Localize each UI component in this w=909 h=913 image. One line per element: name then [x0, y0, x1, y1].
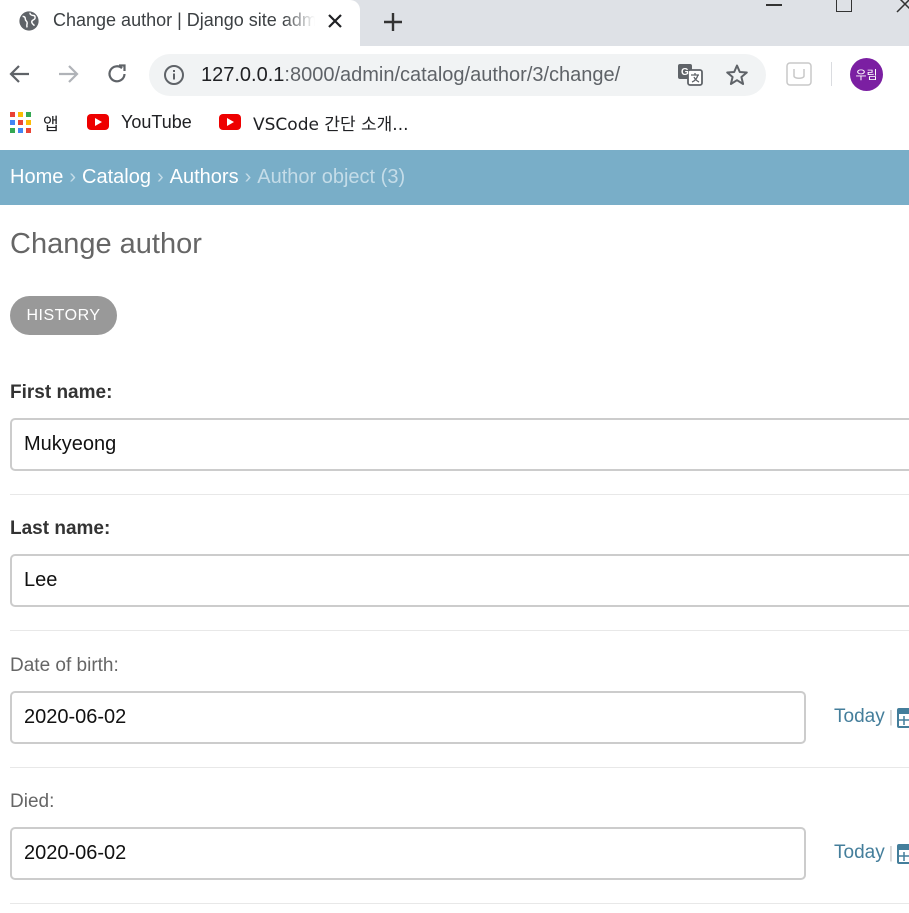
bookmark-label: 앱: [43, 114, 59, 135]
calendar-icon[interactable]: [897, 705, 909, 729]
died-input[interactable]: 2020-06-02: [10, 827, 806, 880]
breadcrumb-catalog-link[interactable]: Catalog: [82, 166, 151, 188]
first-name-label: First name:: [10, 382, 113, 403]
browser-toolbar: 127.0.0.1:8000/admin/catalog/author/3/ch…: [0, 46, 909, 102]
last-name-input[interactable]: Lee: [10, 554, 909, 607]
extension-icon[interactable]: [786, 62, 812, 86]
globe-icon: [19, 11, 39, 31]
site-info-icon[interactable]: [163, 64, 185, 86]
svg-text:G: G: [681, 67, 689, 78]
breadcrumb-home-link[interactable]: Home: [10, 166, 63, 188]
first-name-input[interactable]: Mukyeong: [10, 418, 909, 471]
today-link[interactable]: Today: [834, 706, 885, 728]
url-text[interactable]: 127.0.0.1:8000/admin/catalog/author/3/ch…: [201, 62, 620, 88]
date-shortcuts: Today |: [834, 841, 909, 865]
reload-icon[interactable]: [101, 58, 133, 90]
translate-icon[interactable]: G: [677, 63, 703, 87]
field-divider: [10, 903, 909, 904]
breadcrumb-separator: ›: [244, 166, 252, 188]
address-bar[interactable]: 127.0.0.1:8000/admin/catalog/author/3/ch…: [149, 54, 766, 96]
shortcut-separator: |: [888, 843, 894, 862]
browser-tab[interactable]: Change author | Django site admin: [0, 0, 360, 46]
youtube-icon: [87, 114, 109, 130]
date-of-birth-input[interactable]: 2020-06-02: [10, 691, 806, 744]
window-maximize-icon[interactable]: [836, 0, 852, 12]
new-tab-plus-icon[interactable]: [378, 7, 408, 37]
bookmark-vscode[interactable]: VSCode 간단 소개...: [219, 108, 409, 136]
date-of-birth-row: Date of birth: 2020-06-02 Today |: [10, 654, 909, 744]
page-title: Change author: [10, 228, 202, 260]
died-label: Died:: [10, 791, 55, 812]
window-close-icon[interactable]: [895, 0, 909, 14]
breadcrumb: Home › Catalog › Authors › Author object (3): [0, 150, 909, 205]
bookmark-label: VSCode 간단 소개...: [253, 114, 409, 135]
bookmark-youtube[interactable]: YouTube: [87, 108, 192, 136]
date-of-birth-label: Date of birth:: [10, 655, 119, 676]
window-minimize-icon[interactable]: [766, 4, 782, 6]
forward-arrow-icon[interactable]: [52, 58, 84, 90]
back-arrow-icon[interactable]: [4, 58, 36, 90]
breadcrumb-separator: ›: [156, 166, 164, 188]
last-name-label: Last name:: [10, 518, 111, 539]
breadcrumb-authors-link[interactable]: Authors: [170, 166, 239, 188]
date-shortcuts: Today |: [834, 705, 909, 729]
youtube-icon: [219, 114, 241, 130]
field-divider: [10, 630, 909, 631]
died-row: Died: 2020-06-02 Today |: [10, 790, 909, 880]
bookmark-star-icon[interactable]: [725, 63, 749, 87]
last-name-row: Last name: Lee: [10, 517, 909, 607]
today-link[interactable]: Today: [834, 842, 885, 864]
url-host: 127.0.0.1: [201, 64, 285, 86]
shortcut-separator: |: [888, 707, 894, 726]
first-name-row: First name: Mukyeong: [10, 381, 909, 471]
tab-title: Change author | Django site admin: [53, 10, 315, 30]
tab-close-icon[interactable]: [322, 8, 348, 34]
bookmarks-bar: 앱 YouTube VSCode 간단 소개...: [0, 102, 909, 142]
toolbar-divider: [831, 62, 832, 86]
history-button[interactable]: HISTORY: [10, 296, 117, 335]
calendar-icon[interactable]: [897, 841, 909, 865]
breadcrumb-separator: ›: [69, 166, 77, 188]
url-path: :8000/admin/catalog/author/3/change/: [284, 64, 621, 86]
field-divider: [10, 494, 909, 495]
apps-grid-icon: [10, 111, 31, 133]
bookmark-apps[interactable]: 앱: [10, 108, 59, 136]
tab-strip: Change author | Django site admin: [0, 0, 909, 46]
breadcrumb-current: Author object (3): [257, 166, 406, 188]
field-divider: [10, 767, 909, 768]
profile-avatar[interactable]: 우림: [850, 58, 883, 91]
bookmark-label: YouTube: [121, 111, 192, 132]
